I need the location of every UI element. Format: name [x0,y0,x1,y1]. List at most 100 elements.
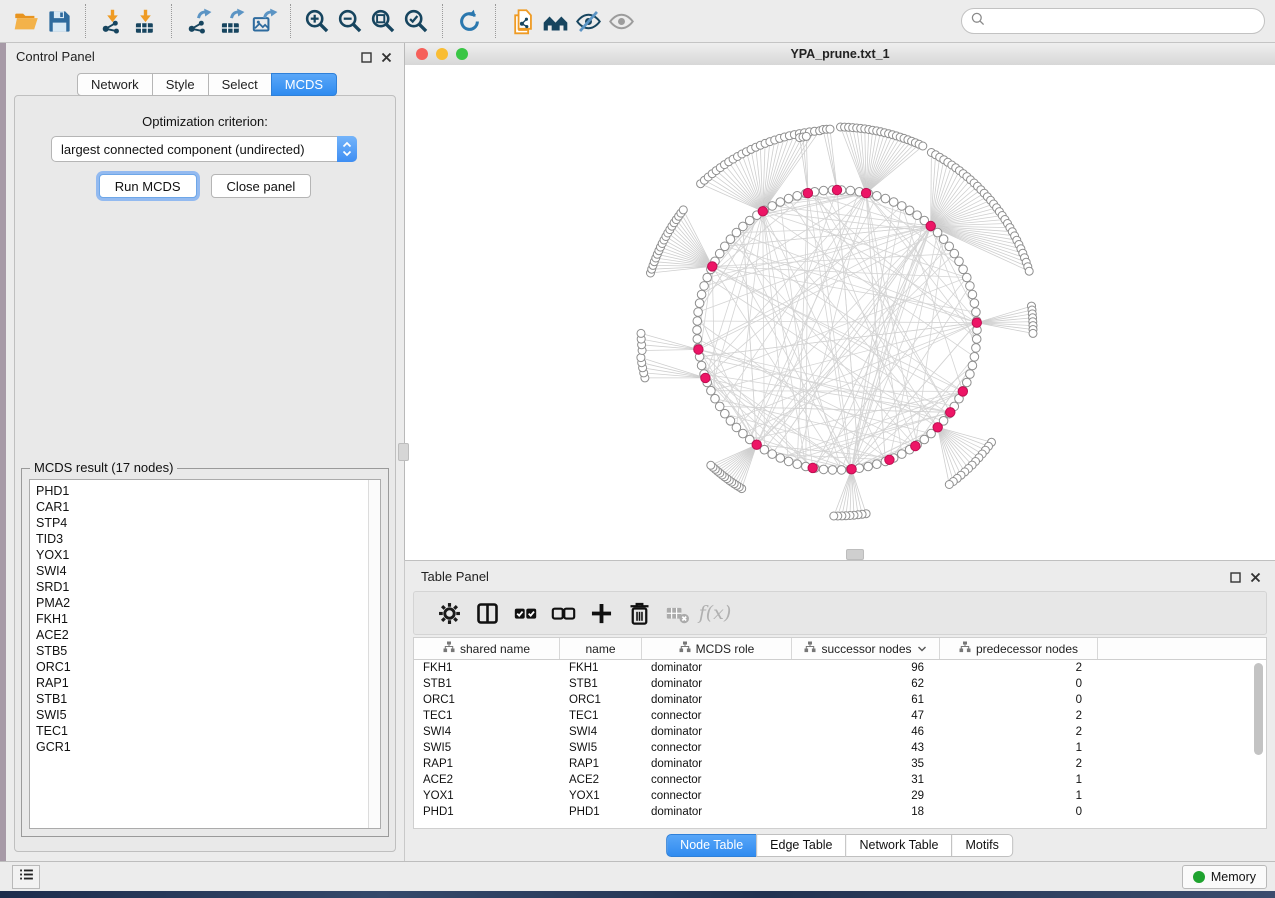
network-graph[interactable] [405,65,1275,560]
select-stepper-icon[interactable] [337,136,357,162]
memory-button[interactable]: Memory [1182,865,1267,889]
control-panel-tabs: NetworkStyleSelectMCDS [78,73,337,96]
mcds-result-item[interactable]: SWI4 [36,563,380,579]
mcds-result-item[interactable]: ACE2 [36,627,380,643]
hide-selected-icon[interactable] [572,4,605,38]
column-layout-icon[interactable] [468,596,506,630]
mcds-result-item[interactable]: STP4 [36,515,380,531]
tab-select[interactable]: Select [208,73,272,96]
close-table-panel-icon[interactable] [1250,570,1261,588]
mcds-result-item[interactable]: RAP1 [36,675,380,691]
refresh-layout-icon[interactable] [453,4,486,38]
mcds-result-item[interactable]: SWI5 [36,707,380,723]
mcds-result-item[interactable]: STB1 [36,691,380,707]
mcds-result-item[interactable]: PHD1 [36,483,380,499]
column-header-shared-name[interactable]: shared name [414,638,560,659]
table-settings-gear-icon[interactable] [430,596,468,630]
select-all-rows-icon[interactable] [506,596,544,630]
export-image-icon[interactable] [248,4,281,38]
mcds-result-item[interactable]: CAR1 [36,499,380,515]
search-input[interactable] [991,13,1256,29]
tab-network-table[interactable]: Network Table [846,834,953,857]
table-row[interactable]: ACE2ACE2connector311 [414,772,1266,788]
close-panel-icon[interactable] [381,50,392,68]
result-list-scrollbar[interactable] [368,480,380,828]
table-scrollbar-thumb[interactable] [1254,663,1263,755]
network-window-titlebar[interactable]: YPA_prune.txt_1 [405,43,1275,66]
new-network-from-selection-icon[interactable] [506,4,539,38]
criterion-select[interactable]: largest connected component (undirected) [51,136,357,162]
zoom-fit-icon[interactable] [367,4,400,38]
close-panel-button[interactable]: Close panel [211,174,312,198]
search-box[interactable] [961,8,1265,34]
mcds-result-item[interactable]: YOX1 [36,547,380,563]
table-row[interactable]: RAP1RAP1dominator352 [414,756,1266,772]
mcds-result-item[interactable]: TID3 [36,531,380,547]
horizontal-splitter-handle[interactable] [846,549,864,560]
column-header-name[interactable]: name [560,638,642,659]
table-row[interactable]: SWI4SWI4dominator462 [414,724,1266,740]
cell-name: STB1 [560,676,642,692]
zoom-in-icon[interactable] [301,4,334,38]
cell-name: SWI5 [560,740,642,756]
zoom-selected-icon[interactable] [400,4,433,38]
tab-motifs[interactable]: Motifs [951,834,1012,857]
column-header-predecessor-nodes[interactable]: predecessor nodes [940,638,1098,659]
mcds-result-item[interactable]: PMA2 [36,595,380,611]
toolbar-separator [290,4,292,38]
table-row[interactable]: PHD1PHD1dominator180 [414,804,1266,820]
float-table-panel-icon[interactable] [1230,570,1241,588]
table-row[interactable]: STB1STB1dominator620 [414,676,1266,692]
cell-mcds-role: dominator [642,676,792,692]
add-column-icon[interactable] [582,596,620,630]
first-neighbors-icon[interactable] [539,4,572,38]
network-view-frame: YPA_prune.txt_1 [404,43,1275,560]
tab-mcds[interactable]: MCDS [271,73,337,96]
network-canvas[interactable] [405,65,1275,560]
deselect-all-rows-icon[interactable] [544,596,582,630]
export-table-icon[interactable] [215,4,248,38]
shared-column-icon [959,641,971,656]
toolbar-separator [85,4,87,38]
cell-predecessor-nodes: 0 [940,692,1098,708]
delete-table-icon [658,596,696,630]
table-row[interactable]: SWI5SWI5connector431 [414,740,1266,756]
zoom-out-icon[interactable] [334,4,367,38]
save-session-icon[interactable] [43,4,76,38]
table-row[interactable]: TEC1TEC1connector472 [414,708,1266,724]
table-row[interactable]: YOX1YOX1connector291 [414,788,1266,804]
mcds-result-item[interactable]: SRD1 [36,579,380,595]
column-header-successor-nodes[interactable]: successor nodes [792,638,940,659]
cell-predecessor-nodes: 2 [940,708,1098,724]
task-history-button[interactable] [12,865,40,889]
list-icon [18,866,35,888]
tab-style[interactable]: Style [152,73,209,96]
mcds-result-item[interactable]: TEC1 [36,723,380,739]
mcds-result-item[interactable]: ORC1 [36,659,380,675]
export-network-icon[interactable] [182,4,215,38]
import-table-icon[interactable] [129,4,162,38]
tab-node-table[interactable]: Node Table [666,834,757,857]
cell-successor-nodes: 31 [792,772,940,788]
delete-column-icon[interactable] [620,596,658,630]
table-scrollbar[interactable] [1254,663,1263,813]
mcds-result-item[interactable]: GCR1 [36,739,380,755]
float-panel-icon[interactable] [361,50,372,68]
table-row[interactable]: ORC1ORC1dominator610 [414,692,1266,708]
vertical-splitter-handle[interactable] [398,443,409,461]
cell-successor-nodes: 18 [792,804,940,820]
toolbar-separator [171,4,173,38]
mcds-result-list[interactable]: PHD1CAR1STP4TID3YOX1SWI4SRD1PMA2FKH1ACE2… [29,479,381,829]
table-row[interactable]: FKH1FKH1dominator962 [414,660,1266,676]
column-header-mcds-role[interactable]: MCDS role [642,638,792,659]
cell-name: RAP1 [560,756,642,772]
mcds-result-item[interactable]: FKH1 [36,611,380,627]
tab-edge-table[interactable]: Edge Table [756,834,846,857]
table-header-row: shared namenameMCDS rolesuccessor nodesp… [414,638,1266,660]
tab-network[interactable]: Network [77,73,153,96]
import-network-icon[interactable] [96,4,129,38]
open-file-icon[interactable] [10,4,43,38]
run-mcds-button[interactable]: Run MCDS [99,174,197,198]
mcds-result-item[interactable]: STB5 [36,643,380,659]
criterion-value: largest connected component (undirected) [61,142,305,157]
